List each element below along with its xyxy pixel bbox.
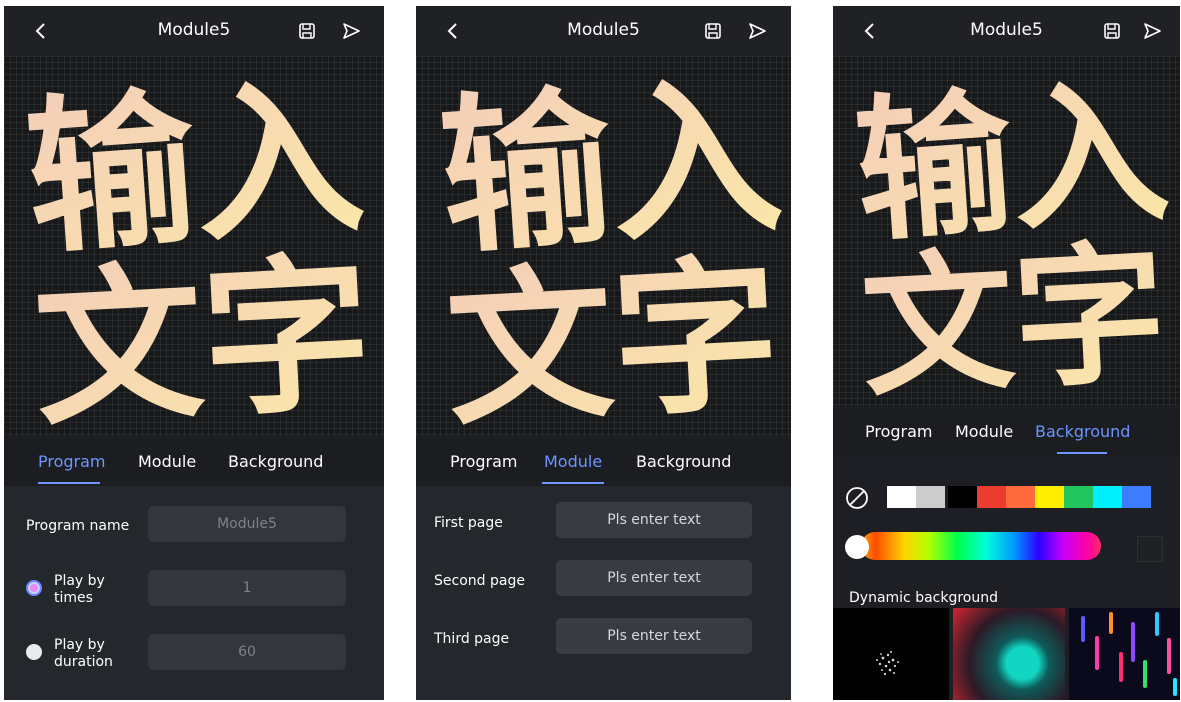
tab-module[interactable]: Module (955, 422, 1013, 441)
tab-program[interactable]: Program (865, 422, 933, 441)
hue-slider-track[interactable] (861, 532, 1101, 560)
save-icon[interactable] (1101, 20, 1123, 42)
color-swatch[interactable] (1093, 486, 1122, 508)
send-icon[interactable] (340, 20, 362, 42)
tab-program[interactable]: Program (38, 452, 106, 471)
dynamic-bg-thumb-particles[interactable] (833, 608, 949, 700)
color-swatch[interactable] (1006, 486, 1035, 508)
hue-slider-knob[interactable] (845, 535, 869, 559)
tab-background[interactable]: Background (636, 452, 731, 471)
color-swatch[interactable] (916, 486, 945, 508)
tab-bar: Program Module Background (416, 438, 791, 486)
first-page-label: First page (434, 515, 503, 531)
page-title: Module5 (157, 20, 231, 40)
phone-background: Module5 输入 文字 Program Module Background … (833, 6, 1180, 700)
preview-canvas[interactable]: 输入 文字 (416, 56, 791, 436)
play-by-times-label-line1: Play by (54, 573, 105, 589)
current-color-box[interactable] (1137, 536, 1163, 562)
third-page-label: Third page (434, 631, 510, 647)
dynamic-bg-thumb-rain[interactable] (1069, 608, 1180, 700)
page-title: Module5 (567, 20, 640, 40)
no-color-icon[interactable] (845, 486, 869, 510)
play-by-times-label-line2: times (54, 590, 93, 606)
play-by-duration-label-line2: duration (54, 654, 113, 670)
send-icon[interactable] (746, 20, 768, 42)
third-page-input[interactable]: Pls enter text (556, 618, 752, 654)
dynamic-background-label: Dynamic background (849, 590, 998, 606)
tab-program[interactable]: Program (450, 452, 518, 471)
tab-background[interactable]: Background (1035, 422, 1130, 441)
phone-program: Module5 输入 文字 Program Module Background … (4, 6, 384, 700)
preview-text-line2: 文字 (857, 225, 1170, 406)
second-page-label: Second page (434, 573, 525, 589)
tab-underline (542, 482, 604, 484)
tab-module[interactable]: Module (544, 452, 602, 471)
page-title: Module5 (970, 20, 1043, 40)
program-settings: Program name Module5 Play by times 1 Pla… (4, 486, 384, 700)
preview-canvas[interactable]: 输入 文字 (833, 56, 1180, 406)
color-swatch[interactable] (977, 486, 1006, 508)
header: Module5 (4, 6, 384, 56)
color-swatch[interactable] (948, 486, 977, 508)
tab-underline (1057, 452, 1107, 454)
preview-text-line2: 文字 (442, 239, 784, 436)
program-name-input[interactable]: Module5 (148, 506, 346, 542)
color-swatch[interactable] (1035, 486, 1064, 508)
save-icon[interactable] (702, 20, 724, 42)
play-times-input[interactable]: 1 (148, 570, 346, 606)
second-page-input[interactable]: Pls enter text (556, 560, 752, 596)
save-icon[interactable] (296, 20, 318, 42)
tab-bar: Program Module Background (833, 408, 1180, 456)
preview-canvas[interactable]: 输入 文字 (4, 56, 384, 436)
header: Module5 (416, 6, 791, 56)
play-duration-input[interactable]: 60 (148, 634, 346, 670)
module-settings: First page Pls enter text Second page Pl… (416, 486, 791, 700)
color-swatch[interactable] (1064, 486, 1093, 508)
play-by-duration-label-line1: Play by (54, 637, 105, 653)
tab-module[interactable]: Module (138, 452, 196, 471)
play-by-duration-radio[interactable] (26, 644, 42, 660)
tab-background[interactable]: Background (228, 452, 323, 471)
program-name-label: Program name (26, 518, 130, 534)
header: Module5 (833, 6, 1180, 56)
tab-underline (38, 482, 100, 484)
send-icon[interactable] (1141, 20, 1163, 42)
play-by-times-radio[interactable] (26, 580, 42, 596)
color-swatch[interactable] (887, 486, 916, 508)
first-page-input[interactable]: Pls enter text (556, 502, 752, 538)
phone-module: Module5 输入 文字 Program Module Background … (416, 6, 791, 700)
color-swatch[interactable] (1122, 486, 1151, 508)
tab-bar: Program Module Background (4, 438, 384, 486)
dynamic-bg-thumb-teal[interactable] (953, 608, 1065, 700)
preview-text-line2: 文字 (30, 236, 376, 436)
